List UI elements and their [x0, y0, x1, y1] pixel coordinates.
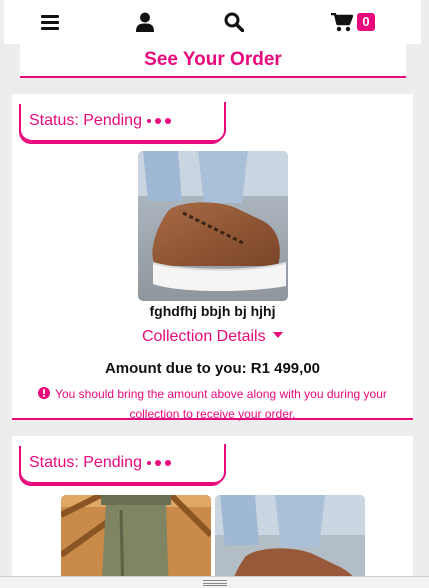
page-title: See Your Order: [144, 49, 282, 70]
status-badge: Status: Pending: [21, 102, 226, 142]
shoe-photo: [138, 151, 288, 301]
status-label: Status: Pending: [29, 454, 142, 471]
order-card: Status: Pending: [12, 436, 413, 588]
exclamation-circle-icon: [38, 387, 51, 399]
product-name: fghdfhj bbjh bj hjhj: [149, 303, 276, 319]
menu-icon: [41, 15, 59, 30]
product-image[interactable]: [61, 495, 211, 588]
cart-icon: [331, 12, 354, 31]
pending-dots-icon: [146, 118, 171, 124]
shoe-photo: [215, 495, 365, 588]
product-image[interactable]: [215, 495, 365, 588]
order-card: Status: Pending: [12, 94, 413, 421]
status-label: Status: Pending: [29, 112, 142, 129]
user-icon: [136, 12, 154, 32]
top-nav-bar: 0: [4, 0, 421, 44]
pending-dots-icon: [146, 460, 171, 466]
drawer-handle[interactable]: [0, 576, 429, 588]
cart-count-badge: 0: [357, 13, 375, 31]
collection-details-label: Collection Details: [141, 328, 266, 345]
caret-down-icon: [273, 332, 284, 338]
boot-photo: [61, 495, 211, 588]
search-icon: [224, 12, 244, 32]
account-button[interactable]: [133, 8, 157, 36]
collection-details-toggle[interactable]: Collection Details: [12, 328, 413, 346]
search-button[interactable]: [222, 8, 246, 36]
payment-notice: You should bring the amount above along …: [24, 384, 401, 424]
status-badge: Status: Pending: [21, 444, 226, 484]
menu-button[interactable]: [38, 8, 62, 36]
amount-due: Amount due to you: R1 499,00: [104, 360, 321, 377]
grip-icon: [202, 579, 227, 586]
cart-button[interactable]: 0: [326, 8, 380, 36]
page-header: See Your Order: [20, 44, 406, 78]
payment-notice-text: You should bring the amount above along …: [55, 387, 387, 421]
product-image[interactable]: [138, 151, 288, 301]
